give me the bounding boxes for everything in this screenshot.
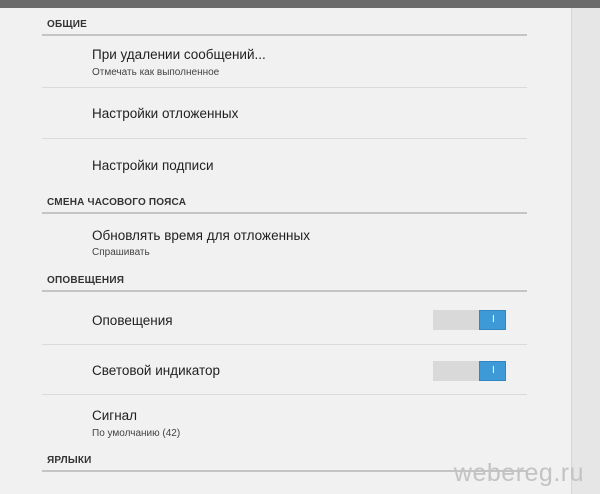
setting-sound-title: Сигнал	[92, 408, 138, 423]
setting-sound[interactable]: Сигнал По умолчанию (42)	[42, 395, 527, 450]
setting-signature-title: Настройки подписи	[92, 158, 214, 173]
setting-signature[interactable]: Настройки подписи	[42, 139, 527, 190]
led-indicator-toggle-thumb: I	[479, 361, 506, 381]
setting-notifications[interactable]: Оповещения I	[42, 292, 527, 345]
notifications-toggle[interactable]: I	[433, 310, 506, 330]
setting-on-delete[interactable]: При удалении сообщений... Отмечать как в…	[42, 36, 527, 88]
setting-deferred-title: Настройки отложенных	[92, 106, 239, 121]
led-indicator-toggle-on-label: I	[492, 365, 495, 376]
setting-notifications-title: Оповещения	[92, 313, 173, 328]
setting-deferred[interactable]: Настройки отложенных	[42, 88, 527, 139]
section-header-notifications: ОПОВЕЩЕНИЯ	[42, 268, 527, 292]
section-header-timezone: СМЕНА ЧАСОВОГО ПОЯСА	[42, 190, 527, 214]
setting-update-time-subtitle: Спрашивать	[92, 247, 150, 258]
led-indicator-toggle[interactable]: I	[433, 361, 506, 381]
notifications-toggle-on-label: I	[492, 314, 495, 325]
section-header-notifications-label: ОПОВЕЩЕНИЯ	[47, 275, 125, 286]
section-header-timezone-label: СМЕНА ЧАСОВОГО ПОЯСА	[47, 197, 187, 208]
setting-led-indicator[interactable]: Световой индикатор I	[42, 345, 527, 395]
section-header-general: ОБЩИЕ	[42, 12, 527, 36]
section-header-labels-label: ЯРЛЫКИ	[47, 455, 92, 466]
setting-on-delete-title: При удалении сообщений...	[92, 47, 266, 62]
right-edge-strip	[571, 8, 600, 494]
setting-update-time[interactable]: Обновлять время для отложенных Спрашиват…	[42, 214, 527, 268]
window-top-bar	[0, 0, 600, 8]
watermark: webereg.ru	[453, 459, 584, 487]
setting-on-delete-subtitle: Отмечать как выполненное	[92, 67, 220, 78]
section-header-general-label: ОБЩИЕ	[47, 19, 88, 30]
setting-led-indicator-title: Световой индикатор	[92, 363, 221, 378]
notifications-toggle-thumb: I	[479, 310, 506, 330]
setting-sound-subtitle: По умолчанию (42)	[92, 428, 181, 439]
setting-update-time-title: Обновлять время для отложенных	[92, 228, 310, 243]
